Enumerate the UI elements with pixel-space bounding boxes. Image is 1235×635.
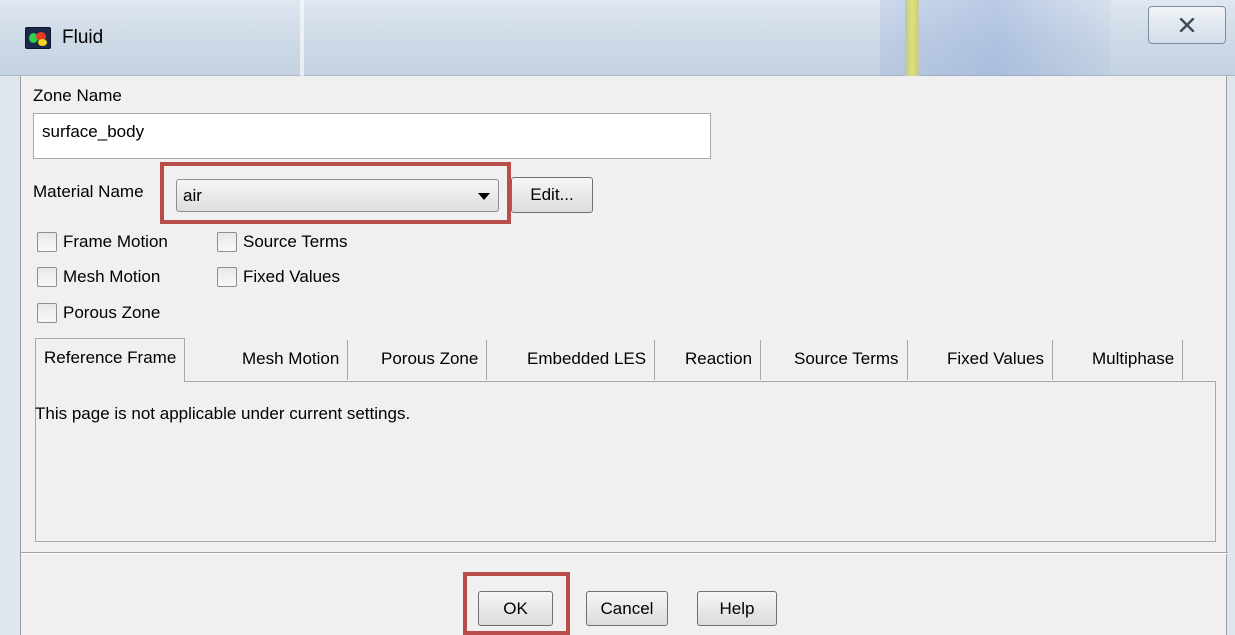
porous-zone-checkbox[interactable] <box>37 303 57 323</box>
tab-mesh-motion[interactable]: Mesh Motion <box>234 340 349 380</box>
source-terms-checkbox[interactable] <box>217 232 237 252</box>
divider <box>21 552 1228 554</box>
material-highlight-box <box>160 162 511 224</box>
mesh-motion-label: Mesh Motion <box>63 267 161 286</box>
help-button[interactable]: Help <box>697 591 777 626</box>
mesh-motion-checkbox[interactable] <box>37 267 57 287</box>
fluent-app-icon <box>25 27 51 49</box>
edit-material-button[interactable]: Edit... <box>511 177 593 213</box>
fixed-values-label: Fixed Values <box>243 267 341 286</box>
tab-reaction[interactable]: Reaction <box>677 340 762 380</box>
fluid-dialog: Zone Name surface_body Material Name air… <box>20 76 1228 635</box>
source-terms-label: Source Terms <box>243 232 348 251</box>
frame-motion-checkbox[interactable] <box>37 232 57 252</box>
tab-reference-frame[interactable]: Reference Frame <box>35 338 186 382</box>
title-bar: Fluid <box>0 0 1235 76</box>
close-icon <box>1179 18 1195 32</box>
tab-embedded-les[interactable]: Embedded LES <box>519 340 656 380</box>
tab-source-terms[interactable]: Source Terms <box>786 340 908 380</box>
ok-highlight-box <box>463 572 570 635</box>
frame-motion-label: Frame Motion <box>63 232 168 251</box>
close-button[interactable] <box>1148 6 1226 44</box>
background-window-edge <box>300 0 304 76</box>
porous-zone-label: Porous Zone <box>63 303 161 322</box>
window-title: Fluid <box>62 27 104 48</box>
background-window-accent <box>905 0 919 76</box>
fixed-values-checkbox[interactable] <box>217 267 237 287</box>
zone-name-label: Zone Name <box>33 86 122 105</box>
zone-name-input[interactable]: surface_body <box>33 113 711 159</box>
cancel-button[interactable]: Cancel <box>586 591 668 626</box>
material-name-label: Material Name <box>33 182 144 201</box>
panel-message: This page is not applicable under curren… <box>35 404 411 423</box>
tab-porous-zone[interactable]: Porous Zone <box>373 340 488 380</box>
tab-fixed-values[interactable]: Fixed Values <box>939 340 1054 380</box>
tab-multiphase[interactable]: Multiphase <box>1084 340 1184 380</box>
